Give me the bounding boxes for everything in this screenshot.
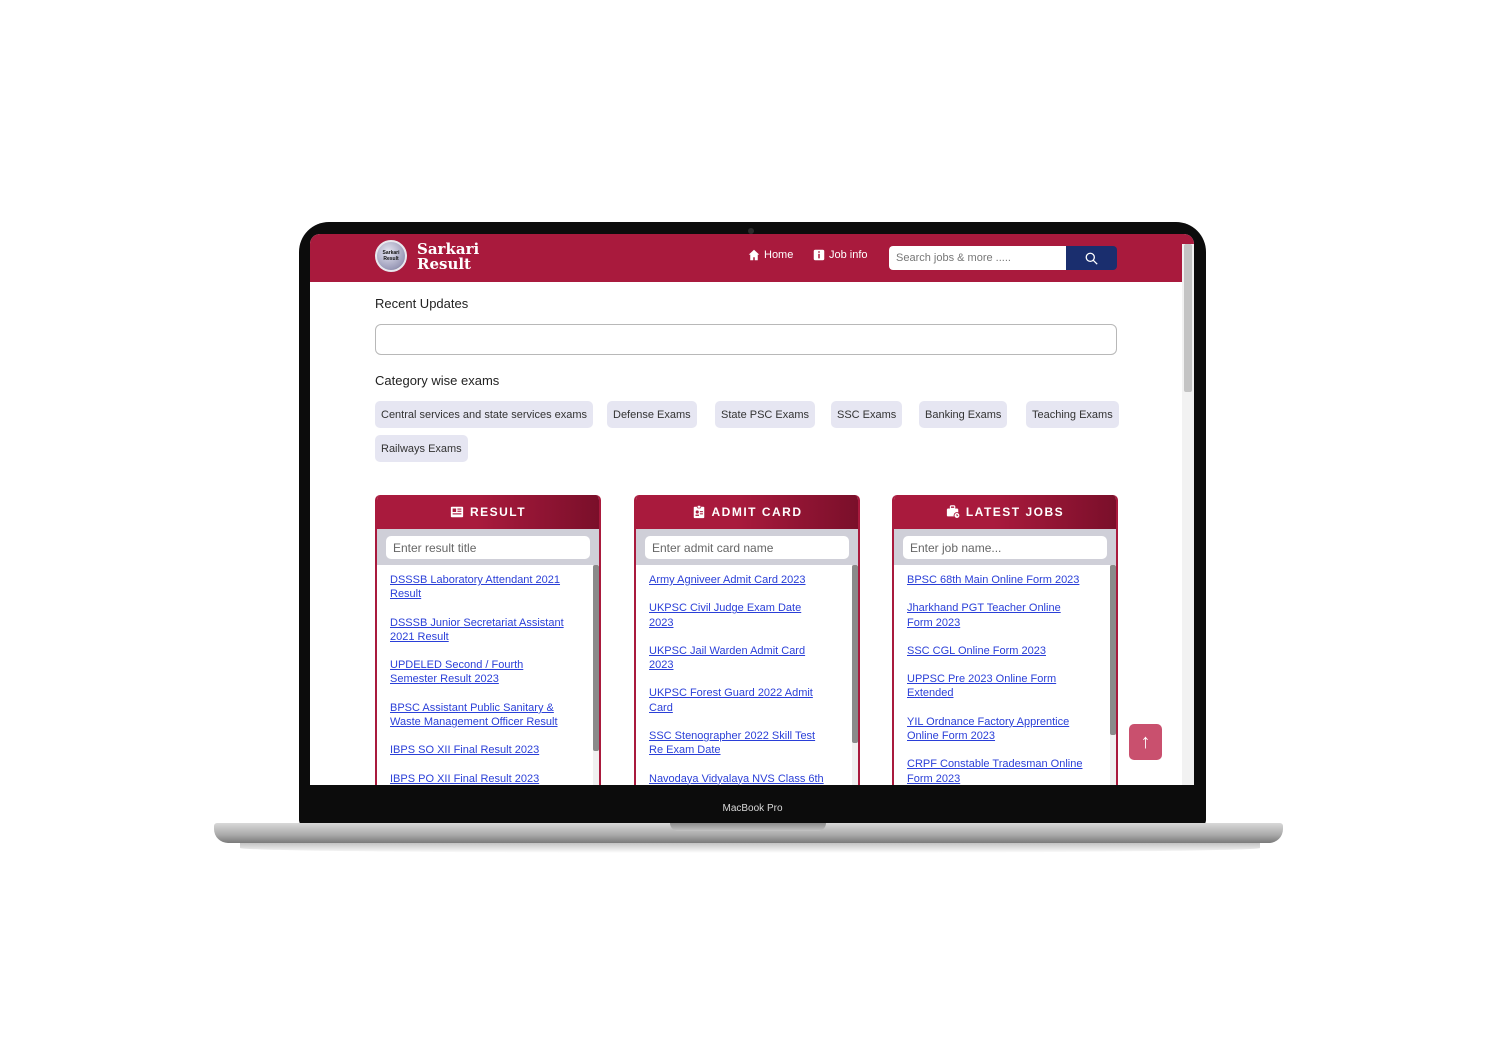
list-item-link[interactable]: IBPS SO XII Final Result 2023	[390, 743, 569, 757]
latest-jobs-search-area	[894, 529, 1116, 565]
latest-jobs-header: LATEST JOBS	[894, 495, 1116, 529]
latest-jobs-search-input[interactable]	[903, 536, 1107, 559]
list-item-link[interactable]: DSSSB Laboratory Attendant 2021 Result	[390, 573, 569, 602]
category-chip[interactable]: Banking Exams	[919, 401, 1008, 428]
arrow-up-icon: ↑	[1140, 730, 1151, 753]
scroll-thumb[interactable]	[1110, 565, 1116, 735]
search-input[interactable]	[889, 246, 1067, 270]
result-search-area	[377, 529, 599, 565]
search-button[interactable]	[1066, 246, 1117, 270]
laptop-shadow	[240, 843, 1260, 853]
result-card-header: RESULT	[377, 495, 599, 529]
scroll-thumb[interactable]	[593, 565, 599, 751]
category-chip[interactable]: Teaching Exams	[1026, 401, 1119, 428]
category-chip[interactable]: Central services and state services exam…	[375, 401, 594, 428]
category-chip[interactable]: Defense Exams	[607, 401, 697, 428]
admit-card-list: Army Agniveer Admit Card 2023 UKPSC Civi…	[636, 565, 858, 785]
latest-jobs-title: LATEST JOBS	[965, 505, 1065, 519]
search-icon	[1085, 252, 1098, 265]
latest-jobs-list: BPSC 68th Main Online Form 2023 Jharkhan…	[894, 565, 1116, 785]
nav-job-info-label: Job info	[829, 249, 868, 261]
id-card-icon	[693, 505, 704, 519]
logo-emblem[interactable]: Sarkari Result	[375, 240, 407, 272]
list-item-link[interactable]: BPSC 68th Main Online Form 2023	[907, 573, 1086, 587]
list-item-link[interactable]: YIL Ordnance Factory Apprentice Online F…	[907, 715, 1086, 744]
navbar: Sarkari Result Sarkari Result Home Job i…	[310, 234, 1194, 282]
result-card-title: RESULT	[469, 505, 527, 519]
category-title: Category wise exams	[375, 373, 500, 388]
list-item-link[interactable]: IBPS PO XII Final Result 2023	[390, 772, 569, 785]
logo-line-2: Result	[417, 255, 471, 273]
category-chip[interactable]: State PSC Exams	[715, 401, 816, 428]
latest-jobs-card: LATEST JOBS BPSC 68th Main Online Form 2…	[892, 495, 1118, 785]
result-list: DSSSB Laboratory Attendant 2021 Result D…	[377, 565, 599, 785]
list-item-link[interactable]: Jharkhand PGT Teacher Online Form 2023	[907, 601, 1086, 630]
result-list-scrollbar[interactable]	[593, 565, 599, 785]
list-item-link[interactable]: UKPSC Forest Guard 2022 Admit Card	[649, 686, 828, 715]
device-label: MacBook Pro	[722, 803, 783, 814]
admit-card-card: ADMIT CARD Army Agniveer Admit Card 2023…	[634, 495, 860, 785]
list-item-link[interactable]: Army Agniveer Admit Card 2023	[649, 573, 828, 587]
list-item-link[interactable]: SSC Stenographer 2022 Skill Test Re Exam…	[649, 729, 828, 758]
home-icon	[748, 249, 760, 261]
list-item-link[interactable]: UKPSC Jail Warden Admit Card 2023	[649, 644, 828, 673]
admit-card-header: ADMIT CARD	[636, 495, 858, 529]
latest-jobs-list-scrollbar[interactable]	[1110, 565, 1116, 785]
scroll-thumb[interactable]	[852, 565, 858, 743]
list-item-link[interactable]: UPPSC Pre 2023 Online Form Extended	[907, 672, 1086, 701]
admit-card-list-scrollbar[interactable]	[852, 565, 858, 785]
briefcase-clock-icon	[946, 505, 960, 519]
page-scroll-thumb[interactable]	[1184, 244, 1192, 392]
list-item-link[interactable]: SSC CGL Online Form 2023	[907, 644, 1086, 658]
nav-home-link[interactable]: Home	[748, 249, 793, 261]
list-item-link[interactable]: DSSSB Junior Secretariat Assistant 2021 …	[390, 616, 569, 645]
category-chip[interactable]: Railways Exams	[375, 435, 468, 462]
recent-updates-box	[375, 324, 1117, 355]
site-logo[interactable]: Sarkari Result	[417, 242, 479, 272]
recent-updates-title: Recent Updates	[375, 296, 469, 311]
admit-card-search-area	[636, 529, 858, 565]
list-item-link[interactable]: BPSC Assistant Public Sanitary & Waste M…	[390, 701, 569, 730]
category-chip[interactable]: SSC Exams	[831, 401, 903, 428]
logo-emblem-text: Sarkari Result	[382, 250, 400, 262]
admit-card-title: ADMIT CARD	[711, 505, 803, 519]
result-search-input[interactable]	[386, 536, 590, 559]
info-box-icon	[813, 249, 825, 261]
admit-card-search-input[interactable]	[645, 536, 849, 559]
list-item-link[interactable]: CRPF Constable Tradesman Online Form 202…	[907, 757, 1086, 785]
laptop-base	[214, 823, 1283, 843]
scroll-to-top-button[interactable]: ↑	[1129, 724, 1162, 760]
laptop-notch	[670, 823, 826, 831]
nav-home-label: Home	[764, 249, 794, 261]
nav-job-info-link[interactable]: Job info	[813, 249, 868, 261]
page-scrollbar[interactable]	[1182, 244, 1194, 785]
list-item-link[interactable]: UKPSC Civil Judge Exam Date 2023	[649, 601, 828, 630]
list-item-link[interactable]: UPDELED Second / Fourth Semester Result …	[390, 658, 569, 687]
screen: Sarkari Result Sarkari Result Home Job i…	[310, 234, 1194, 785]
result-card: RESULT DSSSB Laboratory Attendant 2021 R…	[375, 495, 601, 785]
list-item-link[interactable]: Navodaya Vidyalaya NVS Class 6th Admit C…	[649, 772, 828, 785]
newspaper-icon	[450, 506, 464, 518]
